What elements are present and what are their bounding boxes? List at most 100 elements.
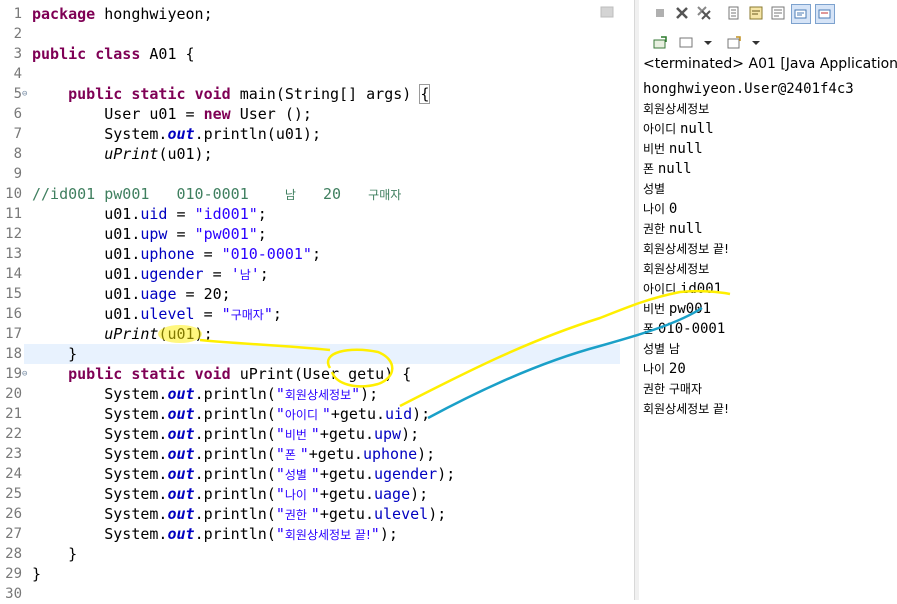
show-stderr-icon[interactable] <box>791 4 811 24</box>
code-token: "id001" <box>194 205 258 223</box>
code-line[interactable]: } <box>32 344 77 364</box>
code-token: +getu. <box>319 425 374 443</box>
code-token: public <box>32 45 87 63</box>
new-console-icon[interactable] <box>725 34 743 52</box>
code-token: uphone <box>140 245 195 263</box>
code-token: honghwiyeon; <box>95 5 213 23</box>
code-editor[interactable]: 1 2 3 4 5 6 7 8 9 10 11 12 13 14 15 16 17 18 19 20 21 22 23 24 2… <box>0 0 620 602</box>
fold-toggle-icon[interactable]: ⊖ <box>22 84 27 104</box>
code-token: User u01 = <box>32 105 204 123</box>
chevron-down-icon[interactable] <box>747 34 765 52</box>
chevron-down-icon[interactable] <box>699 34 717 52</box>
line-number: 10 <box>5 186 22 202</box>
overview-ruler-marker[interactable] <box>598 4 616 20</box>
code-line[interactable]: //id001 pw001 010-0001 남 20 구매자 <box>32 184 401 204</box>
code-token: (u01); <box>158 325 213 343</box>
display-console-icon[interactable] <box>651 34 669 52</box>
code-token: } <box>32 545 78 563</box>
show-stdout-icon[interactable] <box>769 4 787 22</box>
console-line: 회원상세정보 끝! <box>643 238 729 258</box>
code-line[interactable]: System.out.println("성별 "+getu.ugender); <box>32 464 455 484</box>
code-token: u01. <box>32 305 141 323</box>
code-token: ; <box>272 305 282 323</box>
code-token: " <box>370 525 380 543</box>
code-line[interactable]: package honghwiyeon; <box>32 4 213 24</box>
code-token: (u01); <box>158 145 213 163</box>
line-number: 29 <box>5 566 22 582</box>
console-view[interactable]: <terminated> A01 [Java Application] hong… <box>639 0 897 600</box>
code-token: " <box>275 485 285 503</box>
console-text: 회원상세정보 끝! <box>643 402 729 416</box>
line-number: 24 <box>5 466 22 482</box>
console-text: 0 <box>668 201 678 217</box>
code-line[interactable]: System.out.println("회원상세정보 끝!"); <box>32 524 398 544</box>
console-line: 성별 남 <box>643 338 680 358</box>
console-text: null <box>657 161 692 177</box>
code-line[interactable]: u01.ulevel = "구매자"; <box>32 304 282 324</box>
code-token: ulevel <box>140 305 195 323</box>
code-token: public <box>68 85 123 103</box>
code-token: uphone <box>362 445 418 463</box>
code-line[interactable]: public static void uPrint(User getu) { <box>32 364 411 384</box>
open-console-icon[interactable] <box>677 34 695 52</box>
scroll-lock-icon[interactable] <box>725 4 743 22</box>
code-line[interactable]: System.out.println("비번 "+getu.upw); <box>32 424 419 444</box>
fold-toggle-icon[interactable]: ⊖ <box>22 364 27 384</box>
code-token: System. <box>32 525 168 543</box>
line-number: 23 <box>5 446 22 462</box>
code-token: " <box>263 305 273 323</box>
code-line[interactable]: } <box>32 544 77 564</box>
code-line[interactable]: System.out.println(u01); <box>32 124 321 144</box>
code-token: 회원상세정보 끝! <box>284 528 371 542</box>
code-token: } <box>32 345 78 363</box>
terminate-icon[interactable] <box>651 4 669 22</box>
code-line[interactable]: User u01 = new User (); <box>32 104 312 124</box>
code-token: " <box>275 525 285 543</box>
line-number: 2 <box>13 26 22 42</box>
line-number: 18 <box>5 346 22 362</box>
code-line[interactable]: public class A01 { <box>32 44 195 64</box>
console-text: 폰 <box>643 162 658 176</box>
code-token: 아이디 <box>284 408 322 422</box>
console-text: 권한 구매자 <box>643 382 703 396</box>
code-line[interactable]: u01.upw = "pw001"; <box>32 224 267 244</box>
code-line[interactable]: System.out.println("아이디 "+getu.uid); <box>32 404 430 424</box>
code-line[interactable]: u01.uphone = "010-0001"; <box>32 244 321 264</box>
word-wrap-icon[interactable] <box>747 4 765 22</box>
console-text: 20 <box>668 361 686 377</box>
line-number: 15 <box>5 286 22 302</box>
code-line[interactable]: System.out.println("회원상세정보"); <box>32 384 378 404</box>
code-line[interactable]: uPrint(u01); <box>32 324 213 344</box>
code-token: out <box>167 385 195 403</box>
code-line[interactable]: uPrint(u01); <box>32 144 213 164</box>
remove-all-icon[interactable] <box>695 4 713 22</box>
console-toolbar-row-1 <box>651 4 835 24</box>
code-token: " <box>321 405 331 423</box>
code-line[interactable]: public static void main(String[] args) { <box>32 84 431 104</box>
console-text: 아이디 <box>643 122 680 136</box>
remove-launch-icon[interactable] <box>673 4 691 22</box>
code-token: ; <box>257 205 267 223</box>
code-token: u01. <box>32 245 141 263</box>
code-token: u01. <box>32 265 141 283</box>
code-token: "010-0001" <box>221 245 312 263</box>
code-token: out <box>167 505 195 523</box>
code-line[interactable]: u01.ugender = '남'; <box>32 264 269 284</box>
code-line[interactable]: System.out.println("폰 "+getu.uphone); <box>32 444 435 464</box>
code-line[interactable]: System.out.println("나이 "+getu.uage); <box>32 484 428 504</box>
code-token: " <box>299 445 309 463</box>
code-token: 구매자 <box>230 308 264 322</box>
console-text: 010-0001 <box>657 321 726 337</box>
code-line[interactable]: } <box>32 564 41 584</box>
console-line: 권한 null <box>643 218 703 238</box>
line-number: 11 <box>5 206 22 222</box>
code-line[interactable]: u01.uid = "id001"; <box>32 204 267 224</box>
code-token: out <box>167 465 195 483</box>
code-line[interactable]: u01.uage = 20; <box>32 284 230 304</box>
code-token: = <box>203 265 231 283</box>
code-token: 회원상세정보 <box>284 388 352 402</box>
code-token: .println( <box>194 405 276 423</box>
code-line[interactable]: System.out.println("권한 "+getu.ulevel); <box>32 504 446 524</box>
pin-console-icon[interactable] <box>815 4 835 24</box>
